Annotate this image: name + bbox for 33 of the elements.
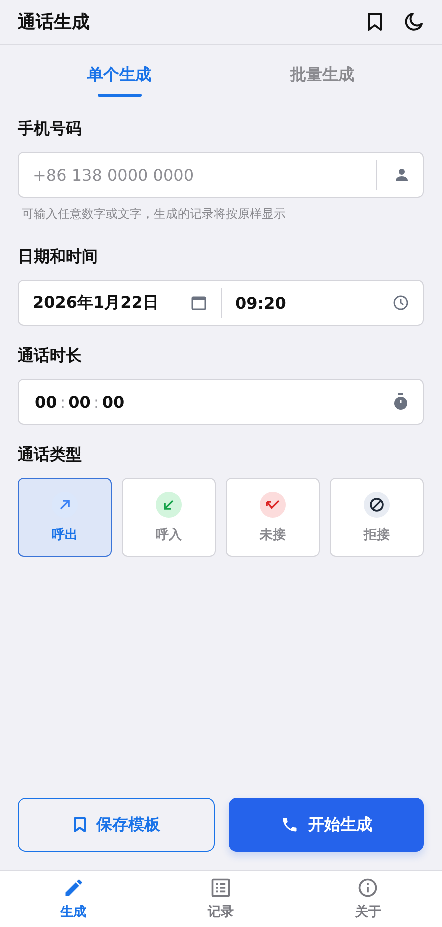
separator: :	[60, 392, 66, 412]
phone-icon	[280, 816, 298, 834]
nav-item[interactable]: 生成	[0, 871, 148, 927]
nav-item[interactable]: 记录	[147, 871, 295, 927]
bookmark-icon	[72, 817, 86, 833]
hint-text: 可输入任意数字或文字，生成的记录将按原样显示	[22, 206, 287, 223]
bookmark-icon[interactable]	[366, 12, 384, 32]
save-template-button[interactable]: 保存模板	[18, 798, 215, 852]
tab[interactable]: 单个生成	[18, 45, 221, 105]
seconds-value: 00	[102, 392, 125, 412]
tab[interactable]: 批量生成	[221, 45, 424, 105]
moon-icon[interactable]	[404, 12, 424, 32]
separator: :	[94, 392, 100, 412]
list-icon	[210, 877, 232, 899]
call-type-option[interactable]: 呼出	[18, 478, 112, 557]
phone-field[interactable]: +86 138 0000 0000	[18, 152, 424, 198]
duration-field[interactable]: 00 : 00 : 00	[18, 379, 424, 425]
stopwatch-icon	[393, 393, 409, 411]
app-title: 通话生成	[18, 11, 90, 34]
hours-value: 00	[35, 392, 58, 412]
field-label: 通话时长	[18, 346, 83, 367]
start-button[interactable]: 开始生成	[229, 798, 424, 852]
field-label: 手机号码	[18, 119, 83, 140]
field-label: 日期和时间	[18, 247, 99, 268]
call-type-option[interactable]: 拒接	[330, 478, 424, 557]
info-icon	[357, 877, 380, 899]
nav-item[interactable]: 关于	[294, 871, 442, 927]
minutes-value: 00	[68, 392, 91, 412]
phone-input[interactable]: +86 138 0000 0000	[33, 166, 366, 184]
call-type-option[interactable]: 呼入	[122, 478, 216, 557]
field-label: 通话类型	[18, 445, 83, 466]
call-type-option[interactable]: 未接	[226, 478, 320, 557]
person-icon[interactable]	[395, 168, 409, 182]
